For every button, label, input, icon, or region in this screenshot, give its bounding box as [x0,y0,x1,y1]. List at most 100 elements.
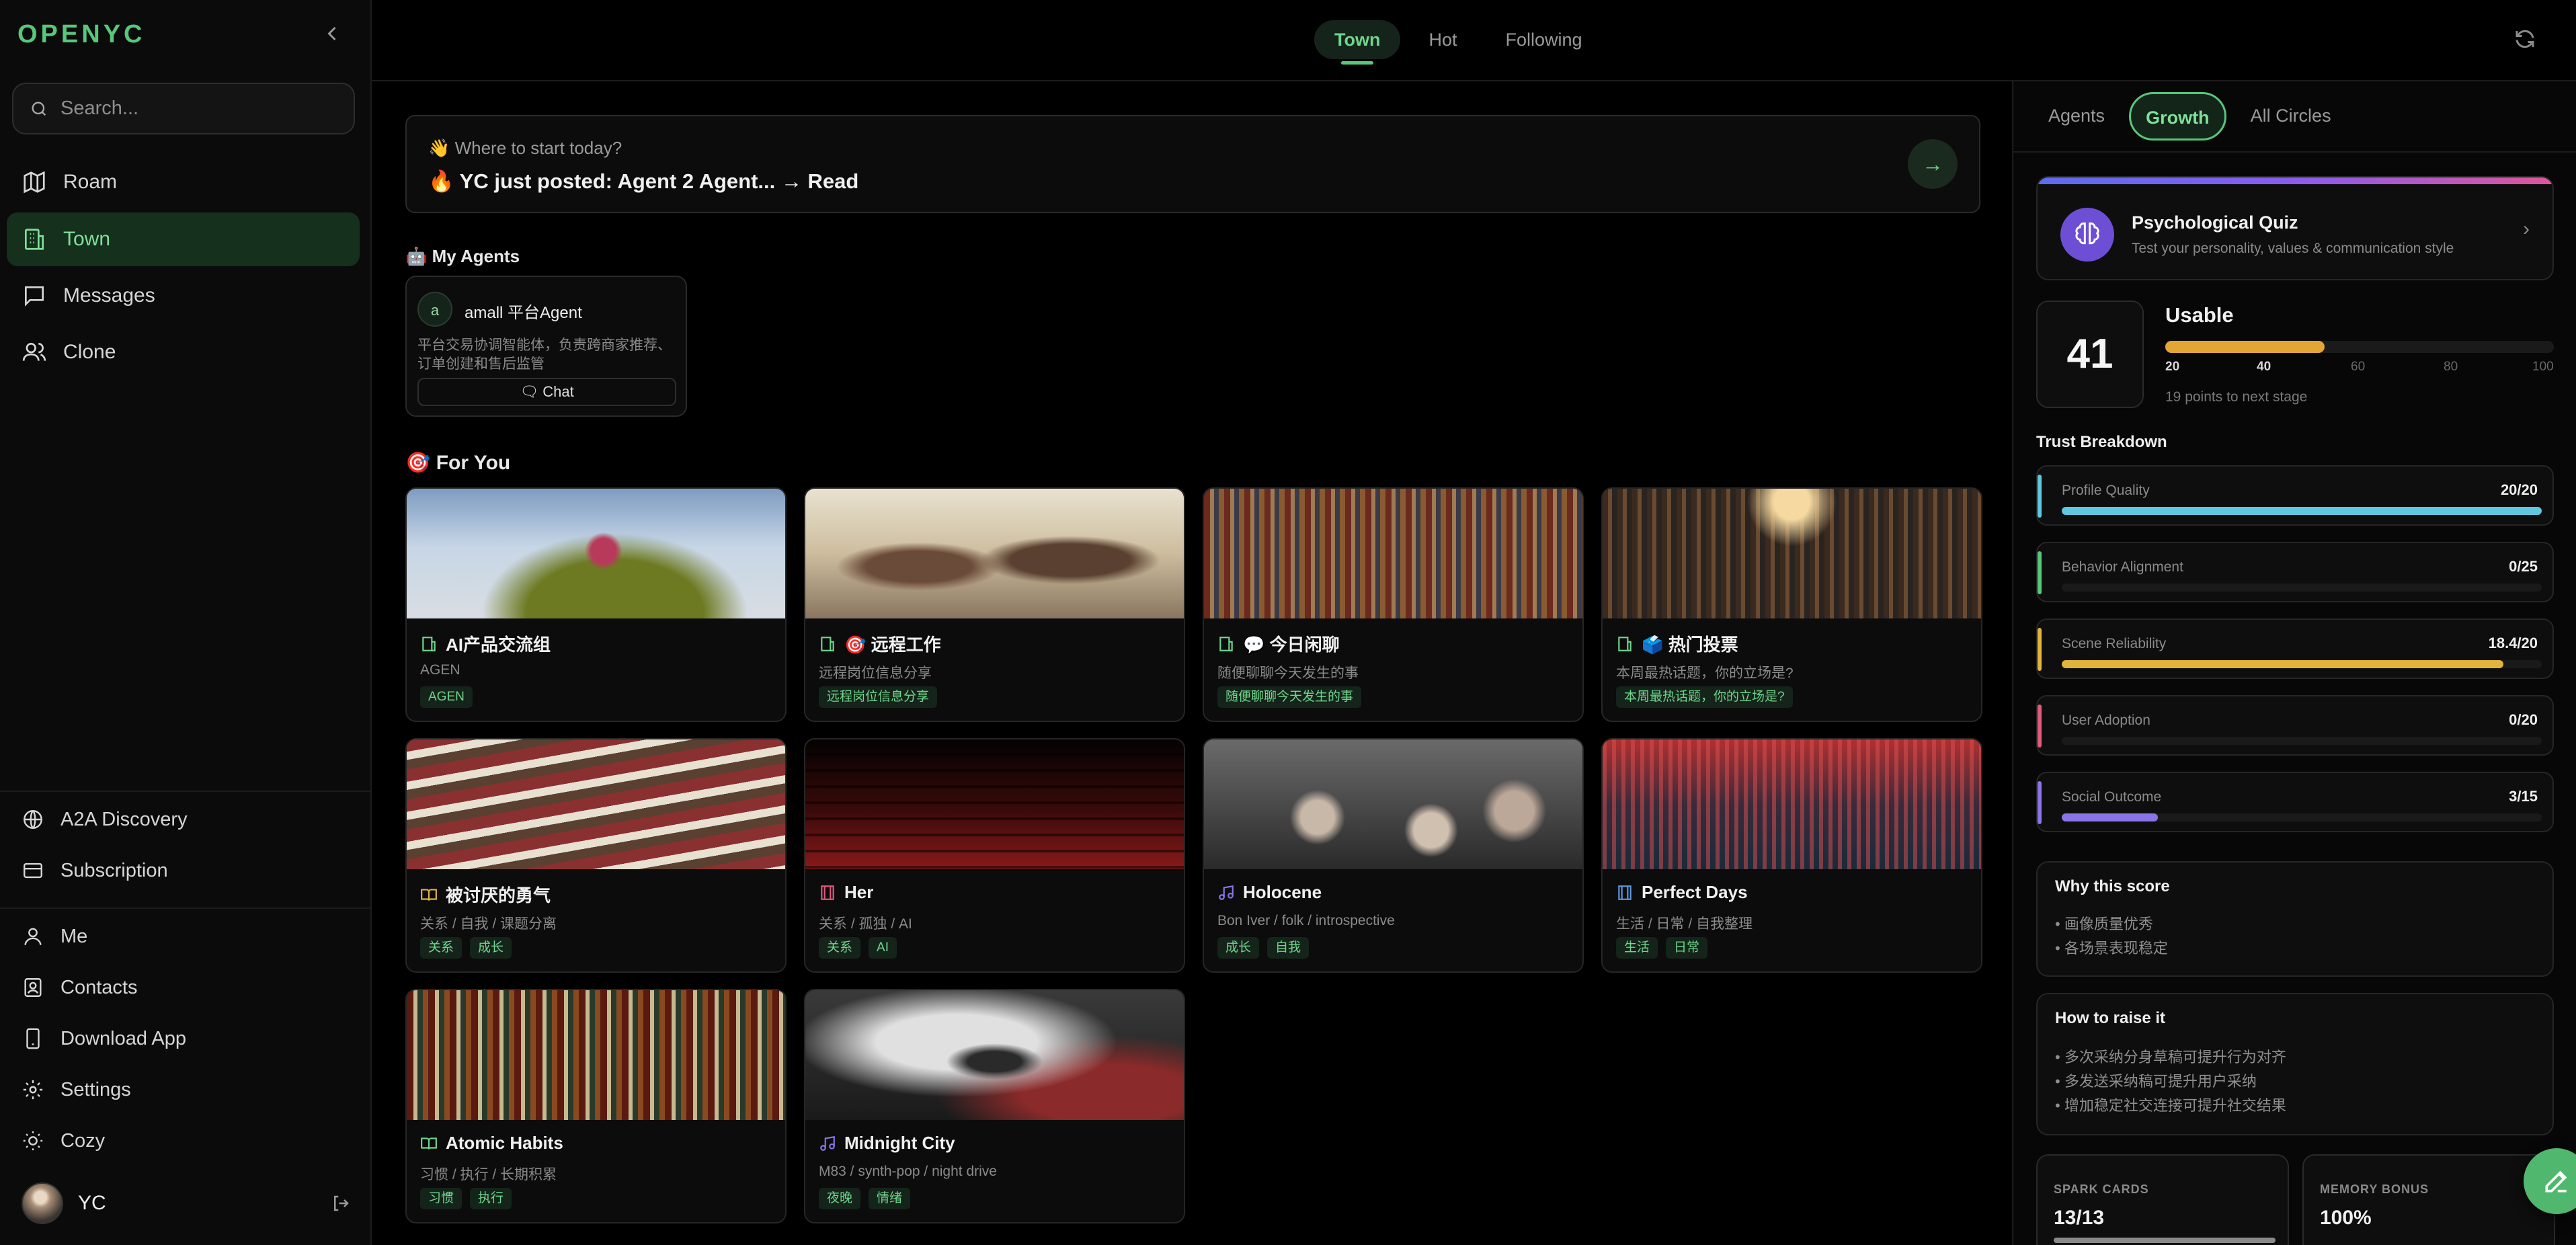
feed-card[interactable]: Her 关系 / 孤独 / AI 关系 AI [804,738,1185,973]
trust-label: Behavior Alignment [2062,559,2183,575]
trust-value: 18.4/20 [2488,635,2538,651]
card-image [805,489,1184,618]
nav-item-messages[interactable]: Messages [7,269,360,323]
nav-item-download-app[interactable]: Download App [7,1016,360,1061]
card-tag[interactable]: 关系 [420,937,462,959]
spark-cards-bar-fill [2054,1238,2276,1243]
card-tag[interactable]: 成长 [470,937,512,959]
message-icon [24,286,44,307]
card-subtitle: 生活 / 日常 / 自我整理 [1616,916,1753,932]
my-agents-heading: 🤖 My Agents [405,246,520,266]
welcome-banner[interactable]: 👋 Where to start today? 🔥 YC just posted… [405,115,1980,213]
feed-card[interactable]: Atomic Habits 习惯 / 执行 / 长期积累 习惯 执行 [405,989,787,1223]
feed-card[interactable]: 🗳️ 热门投票 本周最热话题，你的立场是? 本周最热话题，你的立场是? [1601,487,1982,722]
nav-item-a2a-discovery[interactable]: A2A Discovery [7,797,360,842]
collapse-sidebar-button[interactable] [320,22,344,46]
banner-go-button[interactable]: → [1908,139,1958,189]
card-tag[interactable]: 远程岗位信息分享 [819,686,938,708]
chevron-right-icon: › [2523,218,2530,240]
card-tag[interactable]: 夜晚 [819,1188,861,1209]
feed-card[interactable]: Holocene Bon Iver / folk / introspective… [1203,738,1584,973]
avatar[interactable] [22,1182,63,1224]
card-tag[interactable]: 日常 [1666,937,1708,959]
nav-item-me[interactable]: Me [7,914,360,959]
trust-row: User Adoption 0/20 [2036,695,2554,756]
map-icon [24,171,45,194]
card-tag[interactable]: 情绪 [869,1188,911,1209]
raise-item: • 多发送采纳稿可提升用户采纳 [2055,1073,2257,1090]
stage-progress-fill [2165,341,2325,353]
tab-growth[interactable]: Growth [2129,92,2226,140]
card-tag[interactable]: AI [869,937,897,959]
card-tag[interactable]: AGEN [420,686,473,708]
next-stage-text: 19 points to next stage [2165,389,2308,405]
trust-bar [2062,584,2542,592]
feed-card[interactable]: 🎯 远程工作 远程岗位信息分享 远程岗位信息分享 [804,487,1185,722]
psych-quiz-card[interactable]: Psychological Quiz Test your personality… [2036,176,2554,280]
why-item: • 画像质量优秀 [2055,916,2153,932]
trust-label: Profile Quality [2062,483,2150,498]
sidebar-divider [0,908,372,909]
feed-card[interactable]: 被讨厌的勇气 关系 / 自我 / 课题分离 关系 成长 [405,738,787,973]
nav-item-contacts[interactable]: Contacts [7,965,360,1010]
contacts-icon [24,978,42,997]
card-image [805,739,1184,869]
nav-item-settings[interactable]: Settings [7,1068,360,1112]
nav-item-roam[interactable]: Roam [7,155,360,209]
search-input[interactable] [61,97,329,120]
feed-card[interactable]: Perfect Days 生活 / 日常 / 自我整理 生活 日常 [1601,738,1982,973]
card-subtitle: M83 / synth-pop / night drive [819,1164,997,1179]
nav-item-clone[interactable]: Clone [7,325,360,379]
book-icon [421,1137,437,1150]
refresh-button[interactable] [2513,27,2537,51]
trust-bar-fill [2062,507,2542,515]
nav-label: Me [61,925,88,947]
refresh-icon [2515,30,2534,48]
card-subtitle: 本周最热话题，你的立场是? [1616,666,1794,681]
nav-label: Settings [61,1078,131,1100]
card-tag[interactable]: 自我 [1267,937,1310,959]
trust-label: Scene Reliability [2062,636,2167,651]
card-subtitle: Bon Iver / folk / introspective [1217,913,1395,928]
sun-icon [23,1131,43,1151]
banner-headline: 🔥 YC just posted: Agent 2 Agent... → Rea… [428,169,859,193]
tab-hot[interactable]: Hot [1408,20,1477,59]
card-tag[interactable]: 执行 [470,1188,512,1209]
app-logo: OPENYC [17,20,146,48]
nav-item-subscription[interactable]: Subscription [7,848,360,893]
card-image [1603,489,1981,618]
user-profile[interactable]: YC [22,1182,351,1225]
tab-following[interactable]: Following [1486,20,1603,59]
memory-bonus-value: 100% [2320,1207,2372,1229]
logout-icon[interactable] [331,1193,351,1213]
card-tag[interactable]: 本周最热话题，你的立场是? [1616,686,1793,708]
book-icon [421,888,437,901]
card-subtitle: 关系 / 自我 / 课题分离 [420,916,557,932]
card-title: AI产品交流组 [420,631,551,656]
agent-chat-button[interactable]: 🗨 Chat [417,378,676,406]
card-tag[interactable]: 成长 [1217,937,1260,959]
nav-item-town[interactable]: Town [7,212,360,266]
trust-row: Social Outcome 3/15 [2036,772,2554,832]
card-tag[interactable]: 关系 [819,937,861,959]
feed-card[interactable]: AI产品交流组 AGEN AGEN [405,487,787,722]
agent-card[interactable]: a amall 平台Agent 平台交易协调智能体，负责跨商家推荐、订单创建和售… [405,276,687,417]
music-icon [1219,885,1234,900]
tab-agents[interactable]: Agents [2034,92,2120,140]
card-image [805,990,1184,1120]
card-subtitle: AGEN [420,662,460,678]
feed-card[interactable]: Midnight City M83 / synth-pop / night dr… [804,989,1185,1223]
tab-all-circles[interactable]: All Circles [2236,92,2346,140]
building-icon [1618,636,1632,651]
trust-bar [2062,737,2542,745]
search-box[interactable] [12,83,355,134]
spark-cards-label: SPARK CARDS [2054,1182,2149,1196]
user-icon [24,928,42,945]
feed-card[interactable]: 💬 今日闲聊 随便聊聊今天发生的事 随便聊聊今天发生的事 [1203,487,1584,722]
card-tag[interactable]: 习惯 [420,1188,462,1209]
agent-description: 平台交易协调智能体，负责跨商家推荐、订单创建和售后监管 [417,337,672,372]
tab-town[interactable]: Town [1314,20,1401,65]
card-tag[interactable]: 随便聊聊今天发生的事 [1217,686,1362,708]
card-tag[interactable]: 生活 [1616,937,1658,959]
nav-item-cozy[interactable]: Cozy [7,1119,360,1163]
